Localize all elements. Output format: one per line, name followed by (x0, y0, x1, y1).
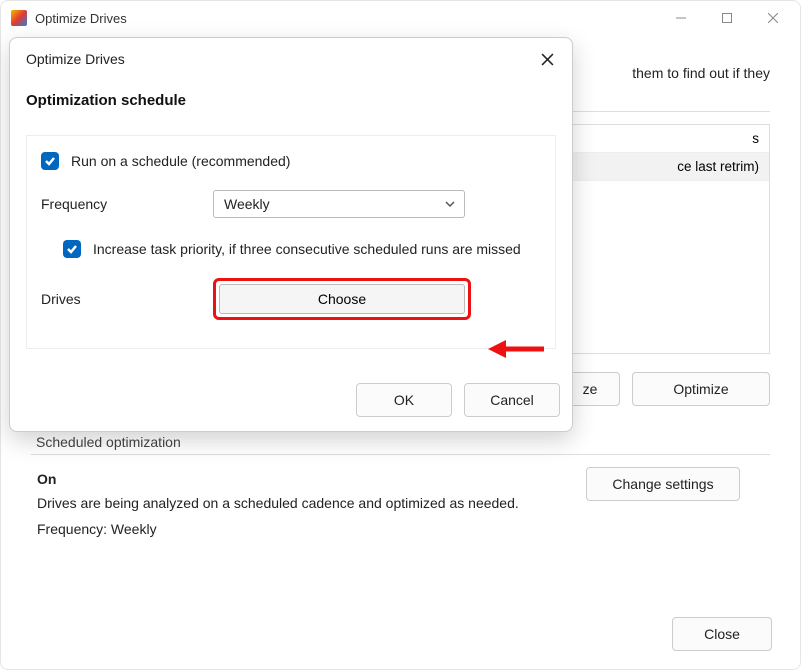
increase-priority-label: Increase task priority, if three consecu… (93, 241, 521, 257)
ok-button[interactable]: OK (356, 383, 452, 417)
run-schedule-label: Run on a schedule (recommended) (71, 153, 290, 169)
window-title: Optimize Drives (35, 11, 127, 26)
chevron-down-icon (444, 198, 456, 210)
schedule-dialog: Optimize Drives Optimization schedule Ru… (9, 37, 573, 432)
close-button[interactable]: Close (672, 617, 772, 651)
optimize-button[interactable]: Optimize (632, 372, 770, 406)
dialog-title: Optimize Drives (26, 51, 125, 67)
titlebar: Optimize Drives (1, 1, 800, 35)
frequency-select[interactable]: Weekly (213, 190, 465, 218)
cancel-button[interactable]: Cancel (464, 383, 560, 417)
maximize-button[interactable] (704, 2, 750, 34)
dialog-close-button[interactable] (538, 50, 556, 68)
drives-label: Drives (41, 291, 213, 307)
scheduled-section-title: Scheduled optimization (36, 434, 770, 450)
change-settings-button[interactable]: Change settings (586, 467, 740, 501)
schedule-frequency: Frequency: Weekly (37, 521, 764, 537)
run-schedule-checkbox[interactable] (41, 152, 59, 170)
app-icon (11, 10, 27, 26)
divider (31, 454, 770, 455)
choose-drives-button[interactable]: Choose (219, 284, 465, 314)
increase-priority-checkbox[interactable] (63, 240, 81, 258)
annotation-arrow-icon (488, 337, 544, 366)
close-window-button[interactable] (750, 2, 796, 34)
minimize-button[interactable] (658, 2, 704, 34)
frequency-value: Weekly (224, 196, 270, 212)
dialog-heading: Optimization schedule (26, 92, 556, 109)
frequency-label: Frequency (41, 196, 213, 212)
choose-highlight: Choose (213, 278, 471, 320)
